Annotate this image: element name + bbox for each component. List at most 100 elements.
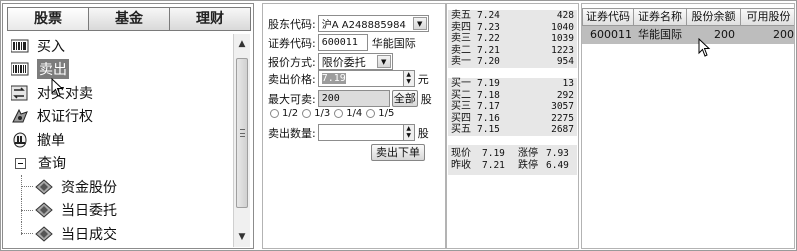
spin-up-icon[interactable]: ▲	[404, 71, 414, 78]
radio-icon	[334, 109, 344, 118]
stock-name: 华能国际	[371, 36, 416, 50]
level-volume: 428	[556, 10, 574, 21]
max-label: 最大可卖:	[268, 92, 316, 106]
all-button[interactable]: 全部	[391, 90, 418, 107]
quote-panel: 卖五 7.24 428 卖四 7.23 1040 卖三 7.22 1039 卖二 7.21 12…	[446, 3, 579, 249]
ask-row: 卖三 7.22 1039	[448, 33, 577, 45]
now-label: 现价	[451, 148, 471, 159]
bid-book: 买一 7.19 13 买二 7.18 292 买三 7.17 3057 买四 7.16 2275…	[448, 78, 577, 136]
tree-scrollbar[interactable]: ▲ ▼	[233, 34, 250, 247]
cell-available: 200	[773, 28, 794, 41]
account-select[interactable]: 沪A A248885984 ▼	[317, 15, 429, 32]
tree-subitem-funds-shares[interactable]: 资金股份	[7, 175, 231, 199]
warrant-icon	[11, 108, 29, 124]
level-name: 卖三	[451, 33, 471, 45]
tree-item-swap[interactable]: 对买对卖	[7, 81, 231, 105]
cancel-order-icon	[11, 132, 29, 148]
col-name[interactable]: 证券名称	[633, 8, 687, 26]
sell-submit-button[interactable]: 卖出下单	[371, 144, 425, 161]
bid-row: 买一 7.19 13	[448, 78, 577, 90]
level-name: 买五	[451, 124, 471, 136]
ratio-quarter-radio[interactable]: 1/4	[334, 108, 362, 119]
tree-item-label: 对买对卖	[37, 85, 93, 102]
diamond-node-icon	[35, 179, 53, 195]
qty-spinner[interactable]: ▲ ▼	[403, 124, 415, 141]
account-value: 沪A A248885984	[321, 20, 406, 31]
level-volume: 13	[562, 78, 574, 89]
level-price: 7.23	[477, 21, 500, 33]
ratio-half-radio[interactable]: 1/2	[270, 108, 298, 119]
level-name: 买二	[451, 89, 471, 101]
swap-icon	[11, 85, 29, 101]
tree-item-cancel[interactable]: 撤单	[7, 128, 231, 152]
scroll-thumb[interactable]	[236, 58, 248, 208]
nav-tabs: 股票 基金 理财	[7, 7, 251, 31]
tree-subitem-today-orders[interactable]: 当日委托	[7, 198, 231, 222]
col-balance[interactable]: 股份余额	[686, 8, 741, 26]
spin-down-icon[interactable]: ▼	[404, 132, 414, 139]
ratio-label: 1/2	[282, 108, 299, 119]
tree-item-warrant[interactable]: 权证行权	[7, 105, 231, 129]
function-tree: 买入 卖出 对买对卖 权证行权 撤单 查询 资金股份 当日委托 当日成交	[7, 34, 231, 248]
price-row: 卖出价格: 7.19 ▲ ▼ 元	[268, 70, 429, 87]
ratio-third-radio[interactable]: 1/3	[302, 108, 330, 119]
tree-subitem-today-trades[interactable]: 当日成交	[7, 222, 231, 246]
col-code[interactable]: 证券代码	[582, 8, 634, 26]
level-volume: 2275	[551, 112, 574, 124]
tree-connector	[21, 186, 33, 187]
sell-quantity-input[interactable]	[317, 124, 404, 141]
now-value: 7.19	[482, 148, 505, 159]
tree-connector	[21, 209, 33, 211]
bid-row: 买二 7.18 292	[448, 90, 577, 102]
chevron-down-icon[interactable]: ▼	[412, 17, 427, 30]
stock-code-input[interactable]: 600011	[317, 34, 368, 51]
level-price: 7.24	[477, 10, 500, 21]
account-label: 股东代码:	[268, 17, 316, 31]
price-method-select[interactable]: 限价委托 ▼	[317, 53, 393, 70]
tree-item-query[interactable]: 查询	[7, 152, 231, 176]
ratio-fifth-radio[interactable]: 1/5	[366, 108, 394, 119]
spin-up-icon[interactable]: ▲	[404, 125, 414, 132]
scroll-up-icon[interactable]: ▲	[234, 36, 250, 52]
mouse-cursor-icon	[698, 38, 711, 57]
tree-item-buy[interactable]: 买入	[7, 34, 231, 58]
holdings-table: 证券代码 证券名称 股份余额 可用股份 600011 华能国际 200 200	[581, 3, 795, 249]
max-row: 最大可卖: 200 全部 股	[268, 90, 432, 107]
tab-stocks[interactable]: 股票	[7, 7, 89, 31]
level-name: 买一	[451, 78, 471, 89]
level-price: 7.15	[477, 124, 500, 136]
tree-connector	[21, 233, 33, 234]
scroll-down-icon[interactable]: ▼	[234, 229, 250, 245]
level-volume: 2687	[551, 124, 574, 136]
col-available[interactable]: 可用股份	[740, 8, 794, 26]
sell-price-input[interactable]: 7.19	[317, 70, 404, 87]
price-spinner[interactable]: ▲ ▼	[403, 70, 415, 87]
price-summary: 现价 7.19 涨停 7.93 昨收 7.21 跌停 6.49	[448, 145, 577, 175]
tree-item-label: 卖出	[37, 59, 69, 80]
table-row[interactable]: 600011 华能国际 200 200	[582, 26, 794, 44]
chevron-down-icon[interactable]: ▼	[376, 55, 391, 68]
level-price: 7.21	[477, 44, 500, 56]
summary-row: 现价 7.19 涨停 7.93	[448, 148, 577, 160]
level-volume: 292	[556, 89, 574, 101]
ask-row: 卖五 7.24 428	[448, 10, 577, 22]
max-sellable-value: 200	[317, 90, 390, 107]
radio-icon	[366, 109, 376, 118]
qty-unit: 股	[417, 126, 429, 140]
tree-item-label: 当日成交	[61, 226, 117, 243]
qty-row: 卖出数量: ▲ ▼ 股	[268, 124, 429, 141]
tree-item-label: 权证行权	[37, 109, 93, 126]
level-volume: 954	[556, 56, 574, 68]
tab-funds[interactable]: 基金	[88, 7, 170, 31]
tree-item-label: 买入	[37, 38, 65, 55]
diamond-node-icon	[35, 226, 53, 242]
bid-row: 买五 7.15 2687	[448, 124, 577, 136]
level-name: 买四	[451, 112, 471, 124]
method-value: 限价委托	[321, 55, 366, 69]
tab-wealth[interactable]: 理财	[169, 7, 251, 31]
radio-icon	[270, 109, 279, 118]
spin-down-icon[interactable]: ▼	[404, 78, 414, 85]
tree-item-sell[interactable]: 卖出	[7, 58, 231, 82]
collapse-icon[interactable]	[15, 157, 26, 169]
prev-close-value: 7.21	[482, 160, 505, 171]
